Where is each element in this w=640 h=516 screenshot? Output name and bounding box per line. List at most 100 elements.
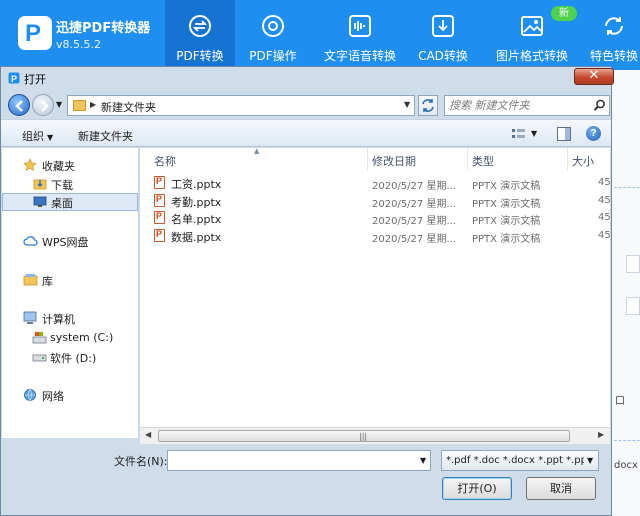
tree-item-downloads[interactable]: 下载 [2, 175, 138, 193]
search-input[interactable] [449, 98, 589, 113]
network-icon [24, 389, 36, 401]
tree-item-network[interactable]: 网络 [2, 386, 138, 404]
scroll-right-icon[interactable]: ▶ [598, 430, 604, 439]
file-type: PPTX 演示文稿 [472, 199, 541, 210]
app-version: v8.5.5.2 [56, 38, 101, 51]
file-row[interactable]: P 考勤.pptx 2020/5/27 星期... PPTX 演示文稿 45 [140, 192, 611, 210]
back-button[interactable] [8, 94, 30, 116]
scroll-thumb[interactable]: ||| [158, 430, 570, 442]
sort-ascending-icon: ▲ [254, 147, 260, 155]
refresh-arrows-icon [422, 99, 434, 112]
refresh-button[interactable] [418, 95, 438, 116]
filename-combobox[interactable]: ▼ [167, 450, 431, 471]
app-name: 迅捷PDF转换器 [56, 21, 151, 36]
nav-special-convert[interactable]: 特色转换 [584, 0, 640, 70]
tree-label: 计算机 [42, 313, 75, 326]
column-label: 名称 [154, 155, 176, 168]
file-list: ▲ 名称 修改日期 类型 大小 P 工资.pptx 2020/5/27 星期..… [140, 147, 611, 438]
tree-item-desktop[interactable]: 桌面 [2, 193, 138, 211]
tree-item-drive-d[interactable]: 软件 (D:) [2, 348, 138, 366]
new-badge: 新 [551, 6, 577, 21]
tree-label: 下载 [51, 179, 73, 192]
tree-item-library[interactable]: 库 [2, 271, 138, 289]
file-date: 2020/5/27 星期... [372, 181, 456, 192]
navigation-pane: 收藏夹 下载 桌面 WPS网盘 库 计算机 system (C:) 软件 (D:… [2, 148, 139, 438]
history-dropdown-icon[interactable]: ▼ [56, 100, 62, 109]
pptx-file-icon: P [154, 211, 165, 224]
dialog-titlebar[interactable]: P 打开 ✕ [1, 67, 614, 89]
open-button[interactable]: 打开(O) [442, 477, 512, 500]
close-icon: ✕ [588, 68, 600, 83]
cancel-button[interactable]: 取消 [526, 477, 596, 500]
folder-icon [73, 100, 86, 111]
file-row[interactable]: P 名单.pptx 2020/5/27 星期... PPTX 演示文稿 45 [140, 209, 611, 227]
library-icon [23, 274, 38, 286]
background-fragment: docx [614, 460, 638, 471]
close-button[interactable]: ✕ [574, 68, 614, 85]
forward-button[interactable] [32, 94, 54, 116]
pptx-file-icon: P [154, 176, 165, 189]
tree-label: 库 [42, 275, 53, 288]
view-list-icon[interactable] [511, 127, 527, 141]
nav-pdf-convert[interactable]: PDF转换 [165, 0, 235, 70]
tree-label: 收藏夹 [42, 160, 75, 173]
grip-icon: ||| [359, 432, 368, 441]
file-type-filter[interactable]: *.pdf *.doc *.docx *.ppt *.ppt ▼ [441, 450, 599, 471]
background-divider [614, 440, 640, 441]
column-header-type[interactable]: 类型 [468, 148, 568, 170]
desktop-icon [33, 196, 47, 207]
image-icon [521, 16, 543, 36]
nav-label: PDF转换 [176, 49, 224, 63]
horizontal-scrollbar[interactable]: ◀ ||| ▶ [140, 427, 610, 444]
file-type: PPTX 演示文稿 [472, 234, 541, 245]
file-name: 名单.pptx [171, 213, 222, 226]
preview-pane-icon[interactable] [557, 127, 571, 141]
nav-cad-convert[interactable]: CAD转换 [408, 0, 478, 70]
organize-label: 组织 [22, 130, 44, 143]
app-header: P 迅捷PDF转换器 v8.5.5.2 PDF转换 PDF操作 文字语音转换 C… [0, 0, 640, 70]
scroll-left-icon[interactable]: ◀ [145, 430, 151, 439]
search-box[interactable] [444, 95, 610, 116]
nav-label: 特色转换 [589, 49, 638, 63]
tree-item-wps-cloud[interactable]: WPS网盘 [2, 232, 138, 250]
column-header-date[interactable]: 修改日期 [368, 148, 468, 170]
tree-item-computer[interactable]: 计算机 [2, 309, 138, 327]
file-size: 45 [598, 195, 611, 206]
file-date: 2020/5/27 星期... [372, 199, 456, 210]
nav-text-speech[interactable]: 文字语音转换 [318, 0, 402, 70]
refresh-icon [605, 17, 623, 35]
tree-label: system (C:) [50, 331, 114, 344]
arrow-left-icon [15, 100, 23, 112]
computer-icon [23, 311, 37, 324]
chevron-down-icon[interactable]: ▼ [420, 456, 426, 465]
help-icon[interactable]: ? [586, 126, 601, 141]
tree-item-drive-c[interactable]: system (C:) [2, 329, 138, 347]
file-size: 45 [598, 212, 611, 223]
app-small-icon: P [8, 72, 20, 84]
new-folder-button[interactable]: 新建文件夹 [78, 128, 133, 144]
organize-button[interactable]: 组织 ▼ [22, 128, 53, 144]
nav-label: 图片格式转换 [495, 49, 568, 63]
file-row[interactable]: P 数据.pptx 2020/5/27 星期... PPTX 演示文稿 45 [140, 227, 611, 245]
filename-input[interactable] [172, 453, 412, 468]
file-name: 工资.pptx [171, 178, 222, 191]
file-size: 45 [598, 177, 611, 188]
column-header-size[interactable]: 大小 [568, 148, 610, 170]
download-folder-icon [33, 179, 47, 190]
arrow-right-icon [41, 100, 49, 112]
nav-pdf-operate[interactable]: PDF操作 [238, 0, 308, 70]
file-row[interactable]: P 工资.pptx 2020/5/27 星期... PPTX 演示文稿 45 [140, 174, 611, 192]
star-icon [23, 158, 37, 171]
chevron-down-icon[interactable]: ▼ [404, 100, 410, 109]
chevron-right-icon[interactable]: ▶ [90, 100, 96, 109]
search-icon[interactable] [593, 99, 606, 112]
tree-item-favorites[interactable]: 收藏夹 [2, 156, 138, 174]
file-date: 2020/5/27 星期... [372, 216, 456, 227]
view-dropdown-icon[interactable]: ▼ [531, 129, 537, 138]
breadcrumb[interactable]: 新建文件夹 [101, 99, 156, 115]
cloud-icon [23, 236, 38, 246]
address-bar[interactable]: ▶ 新建文件夹 ▼ [67, 95, 415, 116]
filename-label: 文件名(N): [114, 455, 168, 468]
column-header-name[interactable]: ▲ 名称 [140, 147, 368, 170]
convert-icon [189, 15, 211, 37]
